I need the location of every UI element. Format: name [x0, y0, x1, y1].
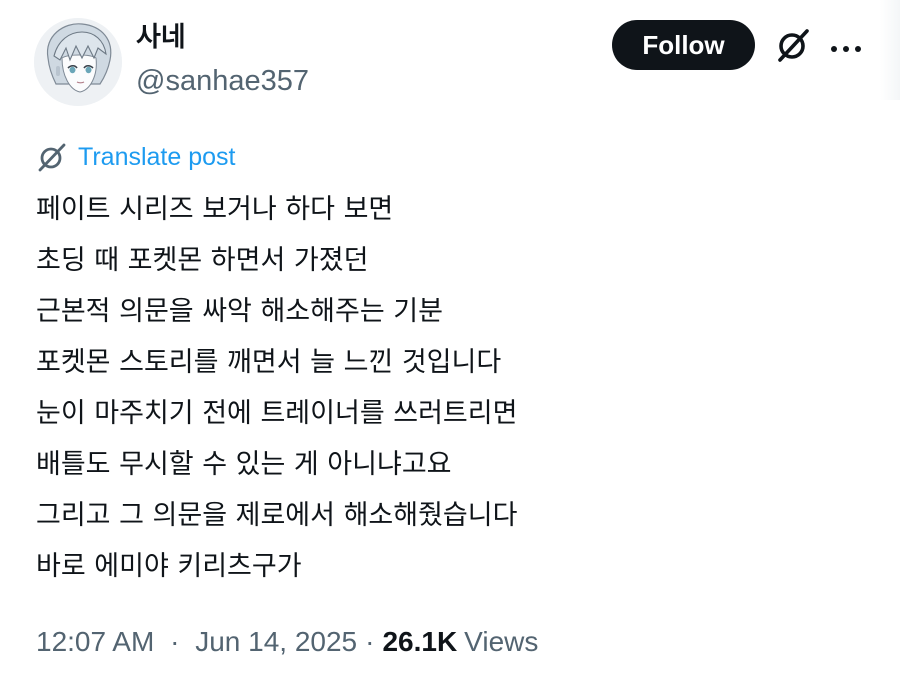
translate-post-link[interactable]: Translate post: [36, 140, 235, 174]
views-count: 26.1K: [382, 626, 458, 657]
post-date: Jun 14, 2025: [195, 626, 358, 657]
post-line: 그리고 그 의문을 제로에서 해소해줬습니다: [36, 500, 518, 531]
avatar[interactable]: [34, 18, 122, 106]
meta-separator: ·: [365, 626, 375, 657]
views-link[interactable]: 26.1K Views: [382, 626, 538, 658]
grok-icon[interactable]: [774, 26, 812, 64]
post-line: 포켓몬 스토리를 깨면서 늘 느낀 것입니다: [36, 347, 502, 378]
meta-separator: ·: [170, 626, 180, 657]
author-handle[interactable]: @sanhae357: [136, 63, 309, 99]
follow-button[interactable]: Follow: [612, 20, 755, 70]
anime-avatar-icon: [34, 18, 122, 106]
post-line: 페이트 시리즈 보거나 하다 보면: [36, 194, 394, 225]
post-line: 초딩 때 포켓몬 하면서 가졌던: [36, 245, 369, 276]
post-time: 12:07 AM: [36, 626, 155, 657]
post-line: 배틀도 무시할 수 있는 게 아니냐고요: [36, 449, 452, 480]
author-display-name[interactable]: 사네: [136, 20, 186, 56]
more-dots-icon[interactable]: [828, 40, 864, 52]
grok-icon: [38, 143, 66, 172]
edge-shade: [880, 0, 900, 100]
tweet-card: 사네 @sanhae357 Follow Translate post 페이트 …: [0, 0, 900, 675]
post-meta: 12:07 AM · Jun 14, 2025 · 26.1K Views: [36, 622, 538, 662]
post-line: 바로 에미야 키리츠구가: [36, 551, 302, 582]
views-label: Views: [464, 626, 539, 657]
translate-post-label: Translate post: [78, 143, 236, 171]
post-text: 페이트 시리즈 보거나 하다 보면 초딩 때 포켓몬 하면서 가졌던 근본적 의…: [36, 184, 876, 592]
post-timestamp[interactable]: 12:07 AM · Jun 14, 2025: [36, 626, 357, 658]
post-line: 근본적 의문을 싸악 해소해주는 기분: [36, 296, 443, 327]
post-line: 눈이 마주치기 전에 트레이너를 쓰러트리면: [36, 398, 518, 429]
